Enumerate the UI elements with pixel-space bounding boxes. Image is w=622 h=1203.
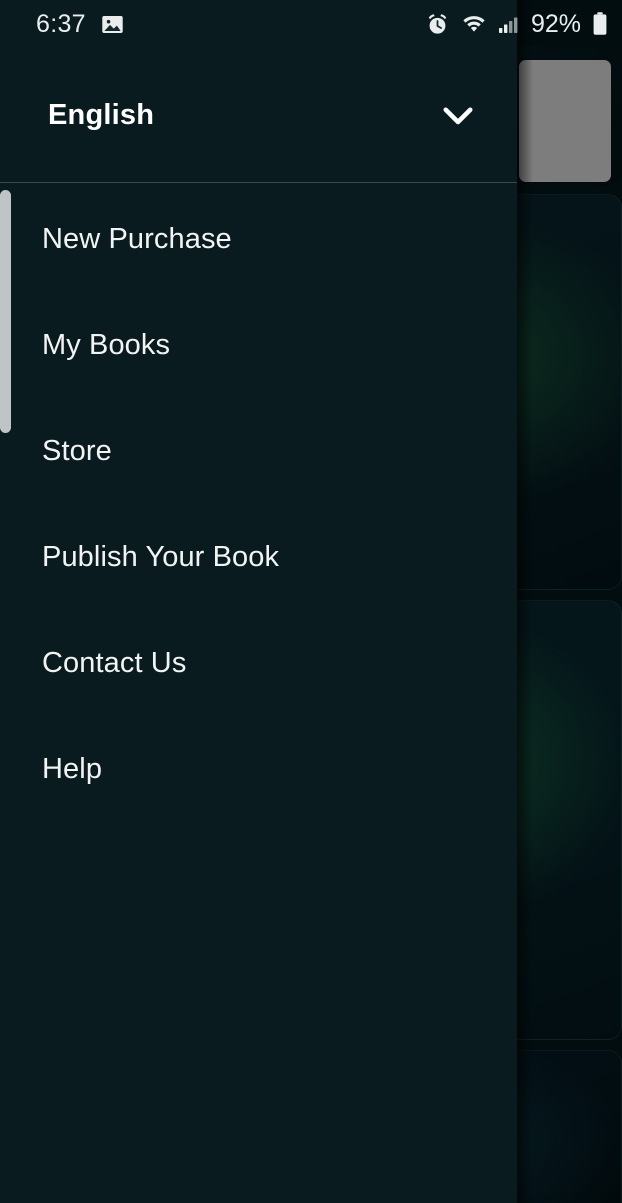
menu-item-label: Contact Us bbox=[42, 646, 187, 679]
menu-item-label: My Books bbox=[42, 328, 171, 361]
chevron-down-icon[interactable] bbox=[437, 94, 479, 136]
battery-percent-label: 92% bbox=[530, 9, 581, 38]
menu-item-new-purchase[interactable]: New Purchase bbox=[0, 186, 517, 292]
drawer-menu-list: New Purchase My Books Store Publish Your… bbox=[0, 183, 517, 1203]
menu-item-help[interactable]: Help bbox=[0, 716, 517, 822]
status-bar-left: 6:37 bbox=[36, 10, 125, 39]
menu-item-label: New Purchase bbox=[42, 222, 232, 255]
drawer-scrollbar-thumb[interactable] bbox=[0, 190, 11, 433]
menu-item-publish-your-book[interactable]: Publish Your Book bbox=[0, 504, 517, 610]
menu-item-label: Help bbox=[42, 752, 103, 785]
menu-item-contact-us[interactable]: Contact Us bbox=[0, 610, 517, 716]
menu-item-label: Publish Your Book bbox=[42, 540, 280, 573]
status-bar-right: 92% bbox=[425, 10, 608, 39]
drawer-shadow bbox=[517, 0, 533, 1203]
language-selector[interactable]: English bbox=[0, 48, 517, 182]
wifi-icon bbox=[461, 12, 487, 37]
phone-screen: ಸ್ ವರ ಕತೆ... a Selec... ನ ಗೌರಮ್ಮ bbox=[0, 0, 622, 1203]
menu-item-label: Store bbox=[42, 434, 112, 467]
language-label: English bbox=[48, 98, 155, 131]
cellular-signal-icon bbox=[498, 12, 520, 37]
alarm-icon bbox=[425, 12, 450, 37]
menu-item-store[interactable]: Store bbox=[0, 398, 517, 504]
battery-icon bbox=[592, 11, 608, 37]
photo-icon bbox=[100, 12, 125, 37]
status-bar: 6:37 92% bbox=[0, 0, 622, 48]
status-clock: 6:37 bbox=[36, 9, 86, 38]
menu-item-my-books[interactable]: My Books bbox=[0, 292, 517, 398]
